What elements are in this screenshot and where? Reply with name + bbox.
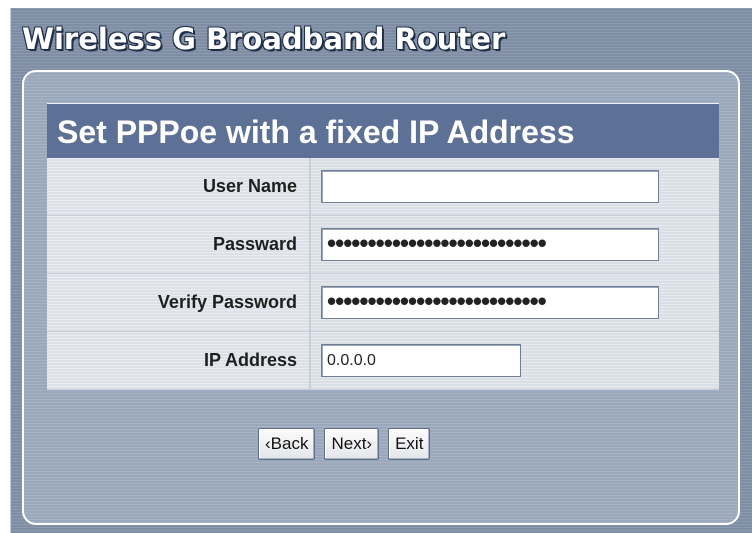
form-row-password: Passward ••••••••••••••••••••••••••• — [47, 216, 719, 274]
exit-button[interactable]: Exit — [388, 428, 431, 460]
app-title: Wireless G Broadband Router — [22, 22, 506, 56]
verify-password-input[interactable]: ••••••••••••••••••••••••••• — [321, 286, 659, 319]
user-name-input[interactable] — [321, 170, 659, 203]
form-row-user-name: User Name — [47, 158, 719, 216]
ip-address-input[interactable]: 0.0.0.0 — [321, 344, 521, 377]
pppoe-form: Set PPPoe with a fixed IP Address User N… — [47, 103, 719, 390]
ip-address-label: IP Address — [47, 332, 311, 389]
password-label: Passward — [47, 216, 311, 273]
next-button[interactable]: Next› — [324, 428, 380, 460]
back-button[interactable]: ‹Back — [258, 428, 316, 460]
verify-password-label: Verify Password — [47, 274, 311, 331]
form-row-ip-address: IP Address 0.0.0.0 — [47, 332, 719, 390]
password-input[interactable]: ••••••••••••••••••••••••••• — [321, 228, 659, 261]
form-row-verify-password: Verify Password ••••••••••••••••••••••••… — [47, 274, 719, 332]
user-name-label: User Name — [47, 158, 311, 215]
form-title: Set PPPoe with a fixed IP Address — [47, 103, 719, 158]
wizard-buttons: ‹Back Next› Exit — [258, 428, 431, 460]
